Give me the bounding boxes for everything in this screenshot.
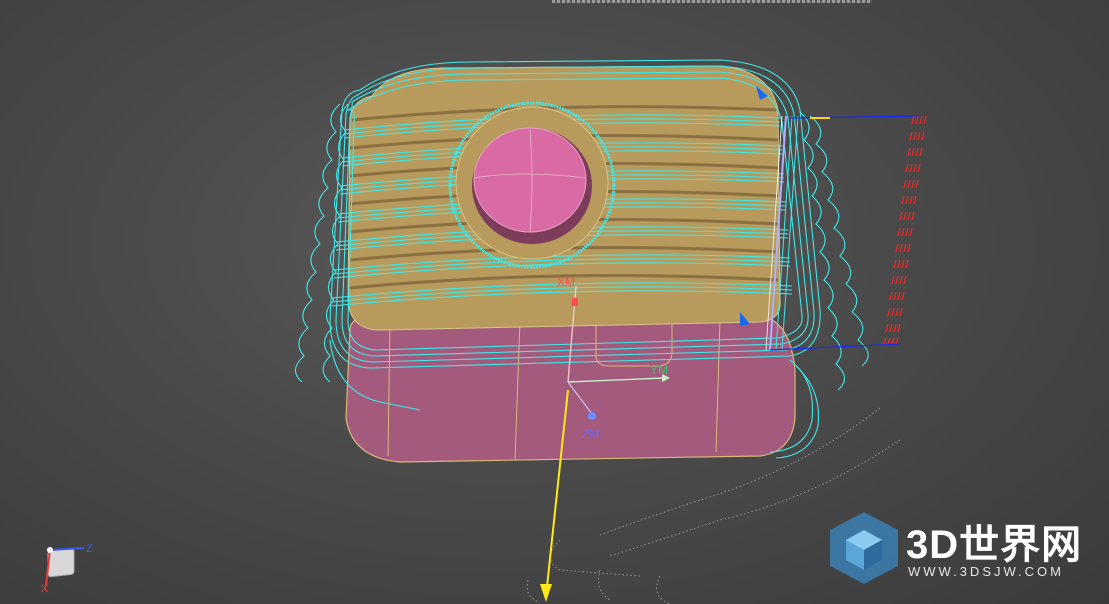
axis-label-zm: ZM <box>582 427 599 441</box>
axis-label-xm: XM <box>557 275 575 289</box>
triad-x-label: X <box>41 583 49 595</box>
cube-logo-icon <box>830 512 898 584</box>
view-triad[interactable]: Z X <box>38 540 108 596</box>
watermark: 3D世界网 WWW.3DSJW.COM <box>824 508 1094 586</box>
feed-markers <box>883 115 927 345</box>
triad-z-label: Z <box>86 543 93 555</box>
pocket-floor[interactable] <box>473 127 587 233</box>
watermark-url: WWW.3DSJW.COM <box>908 564 1064 579</box>
approach-moves <box>769 115 921 351</box>
axis-label-ym: YM <box>650 363 668 377</box>
watermark-title: 3D世界网 <box>906 523 1083 567</box>
part-bottom-face[interactable] <box>345 315 796 463</box>
